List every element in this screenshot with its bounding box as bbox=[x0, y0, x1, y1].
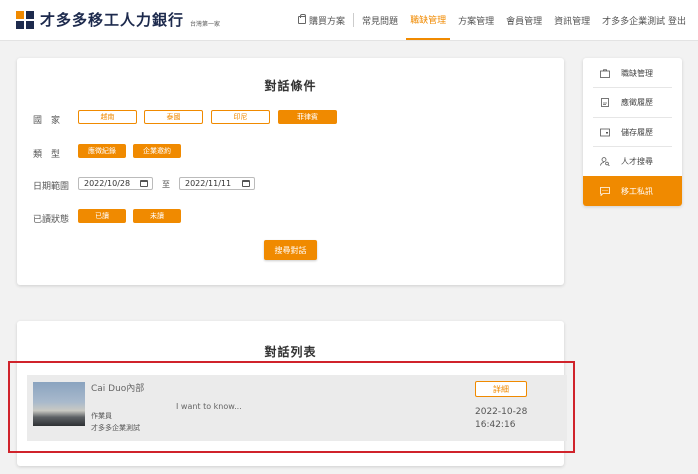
filter-card: 對話條件 國 家 越南 泰國 印尼 菲律賓 類 型 應徵紀錄 企業邀約 日期範圍… bbox=[17, 58, 564, 285]
country-chip-philippines[interactable]: 菲律賓 bbox=[278, 110, 337, 124]
sidebar-item-saved-resumes[interactable]: 儲存履歷 bbox=[583, 117, 682, 147]
conversation-list-title: 對話列表 bbox=[264, 345, 317, 359]
document-icon bbox=[601, 98, 609, 107]
main-nav: 購買方案 常見問題 職缺管理 方案管理 會員管理 資訊管理 才多多企業測試 登出 bbox=[292, 0, 692, 40]
country-chip-thailand[interactable]: 泰國 bbox=[144, 110, 203, 124]
read-status-label: 已讀狀態 bbox=[33, 215, 70, 225]
nav-company-logout[interactable]: 才多多企業測試 登出 bbox=[598, 0, 690, 40]
unread-chip[interactable]: 未讀 bbox=[133, 209, 181, 223]
brand-logo[interactable]: 才多多移工人力銀行 台灣第一家 bbox=[16, 9, 220, 30]
date-from-value: 2022/10/28 bbox=[84, 179, 131, 188]
date-range-label: 日期範圍 bbox=[33, 182, 70, 192]
brand-title: 才多多移工人力銀行 bbox=[40, 11, 185, 29]
highlight-box bbox=[8, 361, 575, 453]
nav-member-manage[interactable]: 會員管理 bbox=[502, 0, 546, 40]
filter-title: 對話條件 bbox=[264, 79, 317, 93]
calendar-icon bbox=[242, 180, 250, 187]
sidebar-item-job-manage[interactable]: 職缺管理 bbox=[583, 58, 682, 88]
type-chip-invitations[interactable]: 企業邀約 bbox=[133, 144, 181, 158]
date-to-value: 2022/11/11 bbox=[185, 179, 232, 188]
nav-faq[interactable]: 常見問題 bbox=[358, 0, 402, 40]
country-chip-vietnam[interactable]: 越南 bbox=[78, 110, 137, 124]
calendar-icon bbox=[140, 180, 148, 187]
nav-buy-plan[interactable]: 購買方案 bbox=[294, 0, 349, 40]
nav-info-manage[interactable]: 資訊管理 bbox=[550, 0, 594, 40]
sidebar-item-label: 應徵履歷 bbox=[621, 97, 653, 107]
nav-job-manage[interactable]: 職缺管理 bbox=[406, 0, 451, 40]
sidebar-item-applied-resumes[interactable]: 應徵履歷 bbox=[583, 87, 682, 117]
top-header: 才多多移工人力銀行 台灣第一家 購買方案 常見問題 職缺管理 方案管理 會員管理… bbox=[0, 0, 698, 41]
search-conversations-button[interactable]: 搜尋對話 bbox=[264, 240, 317, 260]
user-search-icon bbox=[600, 157, 610, 166]
type-label: 類 型 bbox=[33, 150, 61, 160]
nav-plan-manage[interactable]: 方案管理 bbox=[454, 0, 498, 40]
date-to-label: 至 bbox=[162, 180, 170, 189]
sidebar-item-talent-search[interactable]: 人才搜尋 bbox=[583, 146, 682, 176]
wallet-icon bbox=[600, 128, 610, 137]
sidebar-item-label: 儲存履歷 bbox=[621, 127, 653, 137]
nav-buy-plan-label: 購買方案 bbox=[309, 16, 346, 27]
nav-divider bbox=[353, 13, 355, 27]
read-chip[interactable]: 已讀 bbox=[78, 209, 126, 223]
country-chip-indonesia[interactable]: 印尼 bbox=[211, 110, 270, 124]
country-label: 國 家 bbox=[33, 116, 61, 126]
logo-icon bbox=[16, 10, 34, 29]
sidebar-item-label: 人才搜尋 bbox=[621, 156, 653, 166]
date-from-input[interactable]: 2022/10/28 bbox=[78, 177, 153, 190]
shopping-bag-icon bbox=[298, 14, 307, 24]
date-to-input[interactable]: 2022/11/11 bbox=[179, 177, 255, 190]
sidebar-item-label: 職缺管理 bbox=[621, 68, 653, 78]
type-chip-applications[interactable]: 應徵紀錄 bbox=[78, 144, 126, 158]
chat-icon bbox=[600, 187, 610, 196]
sidebar-item-worker-messages[interactable]: 移工私訊 bbox=[583, 176, 682, 206]
sidebar-item-label: 移工私訊 bbox=[621, 186, 653, 196]
sidebar: 職缺管理 應徵履歷 儲存履歷 人才搜尋 移工私訊 bbox=[583, 58, 682, 206]
briefcase-icon bbox=[600, 69, 610, 78]
brand-subtitle: 台灣第一家 bbox=[190, 21, 221, 28]
